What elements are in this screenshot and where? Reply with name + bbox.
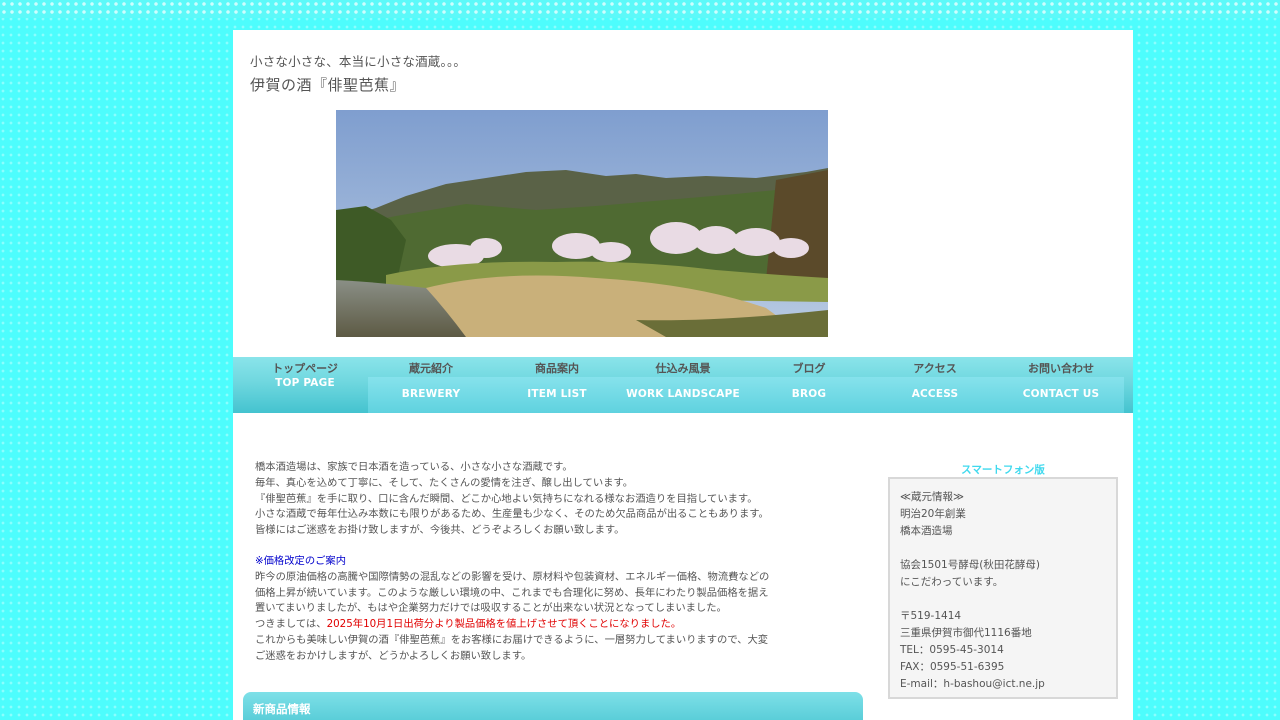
nav-item-access[interactable]: アクセス ACCESS: [872, 357, 998, 413]
info-yeast: 協会1501号酵母(秋田花酵母): [900, 559, 1040, 571]
page-container: 小さな小さな、本当に小さな酒蔵。。。 伊賀の酒『俳聖芭蕉』 トップページ TOP…: [233, 30, 1133, 720]
notice-heading: ※価格改定のご案内: [255, 555, 347, 567]
nav-label-en: WORK LANDSCAPE: [626, 388, 740, 400]
nav-item-contact[interactable]: お問い合わせ CONTACT US: [998, 357, 1124, 413]
info-fax: FAX：0595-51-6395: [900, 661, 1005, 673]
info-postal: 〒519-1414: [900, 610, 962, 622]
nav-label-jp: 仕込み風景: [655, 362, 711, 375]
nav-label-en: ITEM LIST: [527, 388, 587, 400]
info-address: 三重県伊賀市御代1116番地: [900, 627, 1032, 639]
nav-label-en: BROG: [791, 388, 827, 400]
top-pattern-strip: [0, 0, 1280, 18]
info-yeast-note: にこだわっています。: [900, 576, 1004, 588]
nav-item-top-page[interactable]: トップページ TOP PAGE: [242, 357, 368, 413]
site-title[interactable]: 伊賀の酒『俳聖芭蕉』: [250, 74, 405, 95]
intro-line: 小さな酒蔵で毎年仕込み本数にも限りがあるため、生産量も少なく、そのため欠品商品が…: [255, 508, 769, 521]
info-email[interactable]: E-mail：h-bashou@ict.ne.jp: [900, 676, 1106, 693]
notice-line-prefix: つきましては、: [255, 618, 327, 631]
nav-item-brewery[interactable]: 蔵元紹介 BREWERY: [368, 357, 494, 413]
info-founded: 明治20年創業: [900, 508, 966, 520]
intro-text: 橋本酒造場は、家族で日本酒を造っている、小さな小さな酒蔵です。 毎年、真心を込め…: [255, 460, 835, 539]
nav-item-blog[interactable]: ブログ BROG: [746, 357, 872, 413]
main-navigation: トップページ TOP PAGE 蔵元紹介 BREWERY 商品案内 ITEM L…: [233, 357, 1133, 413]
intro-line: 毎年、真心を込めて丁寧に、そして、たくさんの愛情を注ぎ、醸し出しています。: [255, 476, 633, 489]
smartphone-version-link[interactable]: スマートフォン版: [888, 462, 1118, 477]
nav-label-jp: 商品案内: [535, 362, 579, 375]
nav-label-jp: アクセス: [913, 362, 957, 375]
nav-item-item-list[interactable]: 商品案内 ITEM LIST: [494, 357, 620, 413]
info-heading: ≪蔵元情報≫: [900, 491, 964, 503]
nav-label-jp: 蔵元紹介: [409, 362, 453, 375]
new-items-heading: 新商品情報: [253, 702, 311, 716]
nav-label-en: BREWERY: [401, 388, 461, 400]
brewery-info-box: ≪蔵元情報≫ 明治20年創業 橋本酒造場 協会1501号酵母(秋田花酵母) にこ…: [888, 477, 1118, 699]
notice-price-date: 2025年10月1日出荷分より製品価格を値上げさせて頂くことになりました。: [326, 618, 682, 631]
notice-line: 置いてまいりましたが、もはや企業努力だけでは吸収することが出来ない状況となってし…: [255, 602, 727, 615]
nav-label-en: TOP PAGE: [275, 377, 335, 389]
notice-line: つきましては、2025年10月1日出荷分より製品価格を値上げさせて頂くことになり…: [255, 617, 835, 633]
intro-line: 皆様にはご迷惑をお掛け致しますが、今後共、どうぞよろしくお願い致します。: [255, 524, 625, 537]
notice-line: これからも美味しい伊賀の酒『俳聖芭蕉』をお客様にお届けできるように、一層努力して…: [255, 633, 769, 646]
new-items-header: 新商品情報: [243, 692, 863, 720]
nav-label-jp: トップページ: [272, 362, 338, 375]
info-name: 橋本酒造場: [900, 525, 953, 537]
nav-label-jp: ブログ: [792, 362, 826, 375]
hero-landscape-image: [336, 110, 828, 337]
nav-item-work-landscape[interactable]: 仕込み風景 WORK LANDSCAPE: [620, 357, 746, 413]
intro-line: 『俳聖芭蕉』を手に取り、口に含んだ瞬間、どこか心地よい気持ちになれる様なお酒造り…: [255, 492, 758, 505]
info-tel: TEL：0595-45-3014: [900, 644, 1004, 656]
site-tagline: 小さな小さな、本当に小さな酒蔵。。。: [250, 54, 467, 69]
price-revision-notice: ※価格改定のご案内 昨今の原油価格の高騰や国際情勢の混乱などの影響を受け、原材料…: [255, 554, 835, 665]
notice-line: 昨今の原油価格の高騰や国際情勢の混乱などの影響を受け、原材料や包装資材、エネルギ…: [255, 570, 770, 583]
notice-line: 価格上昇が続いています。このような厳しい環境の中、これまでも合理化に努め、長年に…: [255, 586, 769, 599]
nav-label-jp: お問い合わせ: [1028, 362, 1094, 375]
nav-label-en: CONTACT US: [1022, 388, 1100, 400]
intro-line: 橋本酒造場は、家族で日本酒を造っている、小さな小さな酒蔵です。: [255, 461, 573, 473]
nav-label-en: ACCESS: [911, 388, 959, 400]
notice-line: ご迷惑をおかけしますが、どうかよろしくお願い致します。: [255, 649, 532, 662]
